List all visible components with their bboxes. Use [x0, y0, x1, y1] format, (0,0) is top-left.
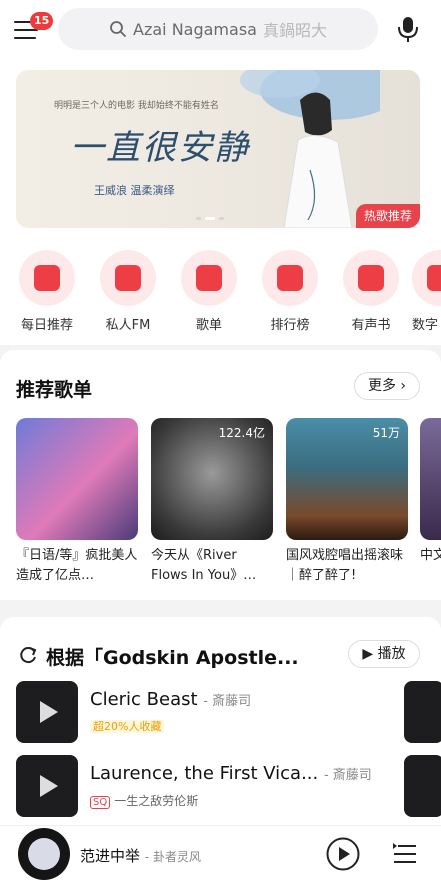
song-section-title: 根据「Godskin Apostle...	[46, 647, 299, 669]
song-thumbnail	[16, 681, 78, 743]
playlist-cover	[420, 418, 441, 540]
plays-count: 51万	[372, 426, 400, 440]
play-overlay-icon	[40, 701, 58, 723]
recommended-section: 推荐歌单 更多 › 『日语/等』疯批美人造成了亿点… 122.4亿 今天从《Ri…	[0, 350, 441, 600]
album-icon	[427, 265, 441, 291]
song-peek[interactable]	[404, 755, 441, 817]
banner-tag: 热歌推荐	[355, 204, 420, 228]
hot-tag: 超20%人收藏	[90, 720, 165, 733]
song-peek[interactable]	[404, 681, 441, 743]
play-icon: ▶	[362, 646, 378, 662]
song-row[interactable]: Cleric Beast - 斎藤司 超20%人收藏	[16, 681, 441, 743]
player-track: 范进中举 - 卦者灵风	[80, 847, 201, 865]
play-pause-icon[interactable]	[326, 837, 360, 871]
radio-icon	[115, 265, 141, 291]
playlist-card[interactable]: 51万 国风戏腔唱出摇滚味｜醉了醉了!	[286, 418, 408, 586]
header: 15 Azai Nagamasa 真鍋昭大	[0, 8, 441, 52]
song-title: Laurence, the First Vica... - 斎藤司	[90, 763, 372, 784]
banner-title: 一直很安静	[70, 128, 250, 168]
playlist-icon	[196, 265, 222, 291]
playlist-cover: 51万	[286, 418, 408, 540]
plays-count: 122.4亿	[218, 426, 265, 440]
sq-badge: SQ	[90, 796, 111, 809]
chart-icon	[277, 265, 303, 291]
playlist-card[interactable]: 『日语/等』疯批美人造成了亿点…	[16, 418, 138, 586]
calendar-icon	[34, 265, 60, 291]
quick-playlist[interactable]: 歌单	[174, 250, 244, 333]
playlist-title: 今天从《River Flows In You》…	[151, 548, 257, 583]
song-row[interactable]: Laurence, the First Vica... - 斎藤司 SQ 一生之敌…	[16, 755, 441, 817]
section-title: 推荐歌单	[16, 379, 93, 401]
quick-fm[interactable]: 私人FM	[93, 250, 163, 333]
play-overlay-icon	[40, 775, 58, 797]
quick-chart[interactable]: 排行榜	[255, 250, 325, 333]
playlist-cover: 122.4亿	[151, 418, 273, 540]
playlist-card[interactable]: 中文精选	[420, 418, 441, 586]
more-button[interactable]: 更多 ›	[354, 372, 420, 400]
refresh-icon[interactable]	[18, 645, 38, 665]
notification-badge: 15	[30, 12, 54, 30]
player-artist: - 卦者灵风	[144, 850, 201, 864]
song-desc: 一生之敌劳伦斯	[114, 794, 199, 808]
play-all-button[interactable]: ▶ 播放	[348, 640, 420, 668]
banner-carousel[interactable]: 明明是三个人的电影 我却始终不能有姓名 一直很安静 王威浪 温柔演绎 热歌推荐	[16, 70, 420, 228]
search-placeholder: Azai Nagamasa	[133, 19, 257, 39]
song-subtitle: 超20%人收藏	[90, 718, 165, 734]
playlist-title: 中文精选	[420, 548, 441, 563]
playlist-cover	[16, 418, 138, 540]
book-icon	[358, 265, 384, 291]
quick-entries: 每日推荐 私人FM 歌单 排行榜 有声书 数字	[0, 250, 441, 333]
song-title: Cleric Beast - 斎藤司	[90, 689, 252, 710]
playlist-title: 国风戏腔唱出摇滚味｜醉了醉了!	[286, 548, 404, 583]
song-artist: - 斎藤司	[323, 768, 372, 783]
playlist-title: 『日语/等』疯批美人造成了亿点…	[16, 548, 138, 583]
carousel-dots	[196, 217, 224, 220]
playlist-row: 『日语/等』疯批美人造成了亿点… 122.4亿 今天从《River Flows …	[16, 418, 441, 593]
chevron-right-icon: ›	[395, 378, 407, 394]
song-subtitle: SQ 一生之敌劳伦斯	[90, 792, 198, 809]
search-hint: 真鍋昭大	[262, 21, 327, 40]
song-thumbnail	[16, 755, 78, 817]
banner-subtitle: 明明是三个人的电影 我却始终不能有姓名	[54, 101, 219, 111]
quick-daily[interactable]: 每日推荐	[12, 250, 82, 333]
mini-player[interactable]: 范进中举 - 卦者灵风	[0, 825, 441, 882]
mic-icon[interactable]	[395, 15, 421, 43]
song-section: 根据「Godskin Apostle... ▶ 播放 Cleric Beast …	[0, 617, 441, 837]
search-bar[interactable]: Azai Nagamasa 真鍋昭大	[58, 8, 378, 50]
playlist-queue-icon[interactable]	[392, 841, 418, 867]
quick-digital[interactable]: 数字	[412, 250, 441, 333]
song-artist: - 斎藤司	[203, 694, 252, 709]
search-icon	[110, 21, 126, 37]
banner-credit: 王威浪 温柔演绎	[94, 184, 175, 197]
album-disc[interactable]	[18, 828, 70, 880]
playlist-card[interactable]: 122.4亿 今天从《River Flows In You》…	[151, 418, 273, 586]
quick-audiobook[interactable]: 有声书	[336, 250, 406, 333]
